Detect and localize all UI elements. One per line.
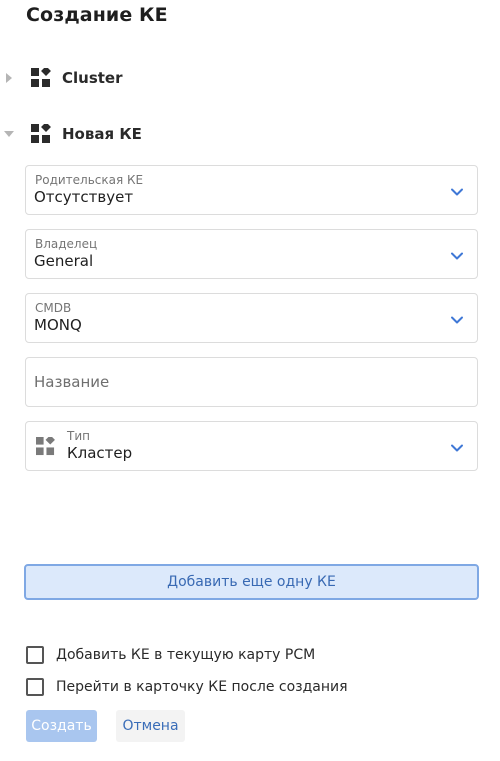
tree-node-new-ke[interactable]: Новая КЕ xyxy=(0,116,500,152)
widgets-icon xyxy=(36,435,55,456)
add-to-map-checkbox[interactable] xyxy=(26,646,44,664)
tree-node-label: Новая КЕ xyxy=(62,125,142,143)
checkbox-label: Добавить КЕ в текущую карту РСМ xyxy=(56,647,316,663)
caret-down-icon[interactable] xyxy=(4,128,14,140)
owner-select[interactable]: Владелец General xyxy=(25,229,478,279)
chevron-down-icon[interactable] xyxy=(450,248,464,262)
page-title: Создание КЕ xyxy=(26,4,168,26)
field-label: CMDB xyxy=(35,301,72,315)
go-to-card-checkbox-row[interactable]: Перейти в карточку КЕ после создания xyxy=(26,677,348,697)
field-value: Отсутствует xyxy=(34,188,134,206)
field-value: Кластер xyxy=(67,444,133,462)
field-label: Родительская КЕ xyxy=(35,173,144,187)
tree-node-label: Cluster xyxy=(62,69,123,87)
field-value: MONQ xyxy=(34,316,82,334)
widgets-icon xyxy=(31,122,51,144)
field-label: Владелец xyxy=(35,237,98,251)
create-button[interactable]: Создать xyxy=(26,710,97,742)
chevron-down-icon[interactable] xyxy=(450,440,464,454)
type-select[interactable]: Тип Кластер xyxy=(25,421,478,471)
name-field[interactable] xyxy=(25,357,478,407)
add-to-map-checkbox-row[interactable]: Добавить КЕ в текущую карту РСМ xyxy=(26,645,315,665)
tree-node-cluster[interactable]: Cluster xyxy=(0,60,500,96)
cancel-button[interactable]: Отмена xyxy=(116,710,185,742)
checkbox-label: Перейти в карточку КЕ после создания xyxy=(56,679,348,695)
name-input[interactable] xyxy=(26,358,477,406)
cmdb-select[interactable]: CMDB MONQ xyxy=(25,293,478,343)
chevron-down-icon[interactable] xyxy=(450,184,464,198)
field-label: Тип xyxy=(67,429,90,443)
go-to-card-checkbox[interactable] xyxy=(26,678,44,696)
caret-right-icon[interactable] xyxy=(4,72,14,84)
widgets-icon xyxy=(31,66,51,88)
parent-ke-select[interactable]: Родительская КЕ Отсутствует xyxy=(25,165,478,215)
field-value: General xyxy=(34,252,94,270)
add-another-ke-button[interactable]: Добавить еще одну КЕ xyxy=(24,564,479,600)
chevron-down-icon[interactable] xyxy=(450,312,464,326)
